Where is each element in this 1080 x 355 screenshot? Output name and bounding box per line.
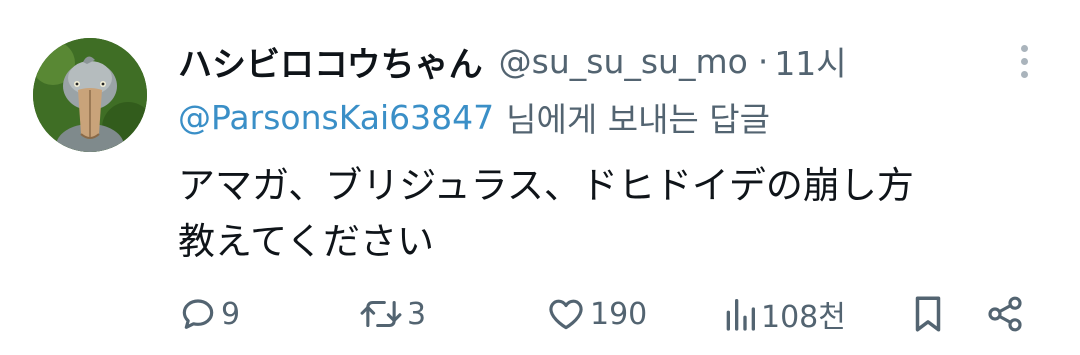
reply-count: 9 <box>221 296 241 332</box>
more-options-button[interactable] <box>1006 40 1042 82</box>
repost-button[interactable]: 3 <box>358 288 426 340</box>
more-vertical-icon-dot <box>1020 44 1028 52</box>
timestamp[interactable]: 11시 <box>774 37 846 85</box>
tweet: ハシビロコウちゃん @su_su_su_mo · 11시 @ParsonsKai… <box>0 0 1080 355</box>
reply-button[interactable]: 9 <box>178 288 240 340</box>
tweet-text: アマガ、ブリジュラス、ドヒドイデの崩し方 教えてください <box>178 158 1008 270</box>
reply-bubble-icon <box>182 299 214 329</box>
shoebill-avatar-image <box>33 38 147 152</box>
repost-count: 3 <box>407 296 427 332</box>
tweet-text-line: 教えてください <box>178 220 435 263</box>
analytics-bars-icon <box>726 299 755 331</box>
more-vertical-icon-dot <box>1020 57 1028 65</box>
reply-mention-link[interactable]: @ParsonsKai63847 <box>178 98 494 137</box>
repost-icon <box>360 300 402 328</box>
reply-to-label: 님에게 보내는 답글 <box>506 100 771 139</box>
separator-dot: · <box>757 41 769 81</box>
share-button[interactable] <box>985 288 1025 340</box>
like-button[interactable]: 190 <box>545 288 647 340</box>
display-name[interactable]: ハシビロコウちゃん <box>178 37 483 86</box>
views-button[interactable]: 108천 <box>722 288 846 340</box>
views-count: 108천 <box>761 300 846 335</box>
replying-to-line: @ParsonsKai63847 님에게 보내는 답글 <box>178 94 770 140</box>
like-count: 190 <box>590 296 648 332</box>
action-bar: 9 3 190 108천 <box>0 288 1080 340</box>
tweet-text-line: アマガ、ブリジュラス、ドヒドイデの崩し方 <box>178 164 914 207</box>
more-vertical-icon-dot <box>1020 70 1028 78</box>
bookmark-button[interactable] <box>909 288 947 340</box>
user-handle[interactable]: @su_su_su_mo <box>499 42 748 81</box>
tweet-header: ハシビロコウちゃん @su_su_su_mo · 11시 <box>178 37 847 86</box>
bookmark-icon <box>915 296 941 332</box>
avatar[interactable] <box>33 38 147 152</box>
heart-icon <box>549 299 583 330</box>
share-icon <box>988 296 1022 332</box>
